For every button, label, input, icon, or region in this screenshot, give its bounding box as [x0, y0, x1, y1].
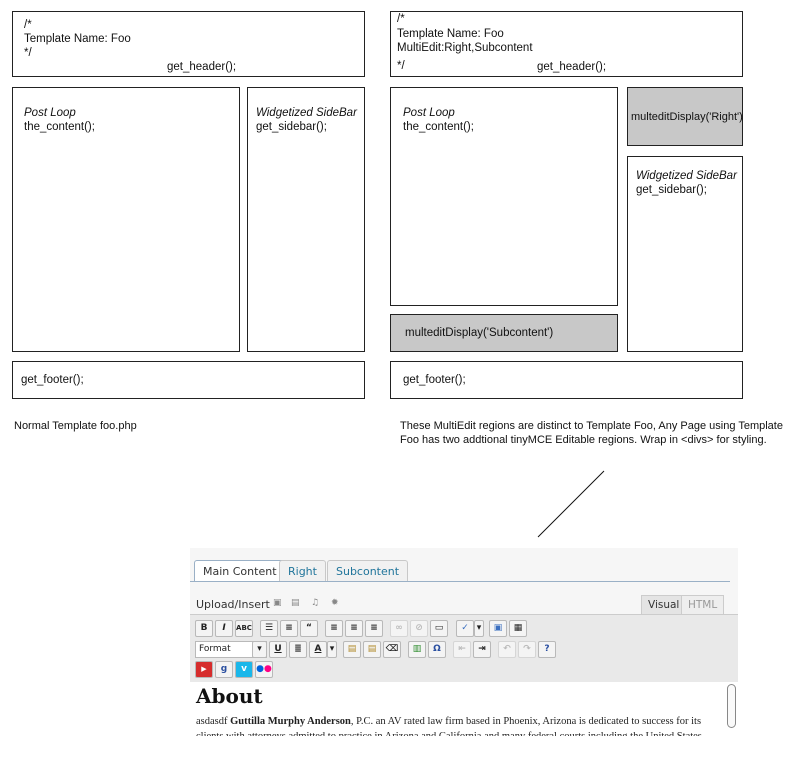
editor-tab-bar: Main Content Right Subcontent [190, 548, 738, 584]
numbered-list-button[interactable]: ≡ [280, 620, 298, 637]
strikethrough-button[interactable]: ABC [235, 620, 253, 637]
indent-button[interactable]: ⇥ [473, 641, 491, 658]
tab-subcontent[interactable]: Subcontent [327, 560, 409, 581]
add-audio-icon[interactable]: ♫ [311, 599, 320, 608]
editor-toolbar: B I ABC ☰ ≡ “ ≡ ≡ ≡ ∞ ⊘ ▭ ✓ ▾ ▣ ▦ Format… [190, 614, 738, 683]
upload-insert-label: Upload/Insert [196, 598, 270, 611]
editor-screenshot: Main Content Right Subcontent Upload/Ins… [190, 548, 738, 736]
text-color-button[interactable]: A [309, 641, 327, 658]
align-right-button[interactable]: ≡ [365, 620, 383, 637]
format-select-label: Format [199, 644, 231, 654]
fullscreen-button[interactable]: ▣ [489, 620, 507, 637]
unlink-button[interactable]: ⊘ [410, 620, 428, 637]
kitchen-sink-button[interactable]: ▦ [509, 620, 527, 637]
add-video-icon[interactable]: ▤ [291, 599, 300, 608]
align-center-button[interactable]: ≡ [345, 620, 363, 637]
spellcheck-button[interactable]: ✓ [456, 620, 474, 637]
italic-button[interactable]: I [215, 620, 233, 637]
add-media-icon[interactable]: ✹ [331, 599, 340, 608]
add-image-icon[interactable]: ▣ [273, 599, 282, 608]
flickr-icon[interactable]: ●● [255, 661, 273, 678]
bullet-list-button[interactable]: ☰ [260, 620, 278, 637]
youtube-icon[interactable]: ▶ [195, 661, 213, 678]
content-scrollbar[interactable] [727, 684, 736, 728]
outdent-button[interactable]: ⇤ [453, 641, 471, 658]
bold-button[interactable]: B [195, 620, 213, 637]
blockquote-button[interactable]: “ [300, 620, 318, 637]
paste-text-button[interactable]: ▤ [343, 641, 361, 658]
google-video-icon[interactable]: g [215, 661, 233, 678]
underline-button[interactable]: U [269, 641, 287, 658]
upload-row: Upload/Insert ▣ ▤ ♫ ✹ Visual HTML [190, 584, 738, 614]
content-paragraph: asdasdf Guttilla Murphy Anderson, P.C. a… [196, 714, 716, 736]
undo-button[interactable]: ↶ [498, 641, 516, 658]
tab-right[interactable]: Right [279, 560, 326, 581]
redo-button[interactable]: ↷ [518, 641, 536, 658]
special-char-button[interactable]: Ω [428, 641, 446, 658]
media-button[interactable]: ▥ [408, 641, 426, 658]
more-tag-button[interactable]: ▭ [430, 620, 448, 637]
link-button[interactable]: ∞ [390, 620, 408, 637]
content-heading: About [196, 684, 263, 708]
spellcheck-dropdown[interactable]: ▾ [474, 620, 484, 637]
vimeo-icon[interactable]: v [235, 661, 253, 678]
remove-format-button[interactable]: ⌫ [383, 641, 401, 658]
para-firm-name: Guttilla Murphy Anderson [230, 716, 351, 727]
html-tab[interactable]: HTML [681, 595, 725, 614]
text-color-dropdown[interactable]: ▾ [327, 641, 337, 658]
editor-content[interactable]: About asdasdf Guttilla Murphy Anderson, … [190, 682, 738, 736]
para-lead: asdasdf [196, 716, 231, 727]
tab-main-content[interactable]: Main Content [194, 560, 286, 582]
visual-tab[interactable]: Visual [641, 595, 687, 614]
help-button[interactable]: ? [538, 641, 556, 658]
format-dropdown-arrow[interactable]: ▾ [252, 641, 267, 658]
align-left-button[interactable]: ≡ [325, 620, 343, 637]
paste-word-button[interactable]: ▤ [363, 641, 381, 658]
justify-button[interactable]: ≣ [289, 641, 307, 658]
tab-underline [190, 581, 730, 582]
